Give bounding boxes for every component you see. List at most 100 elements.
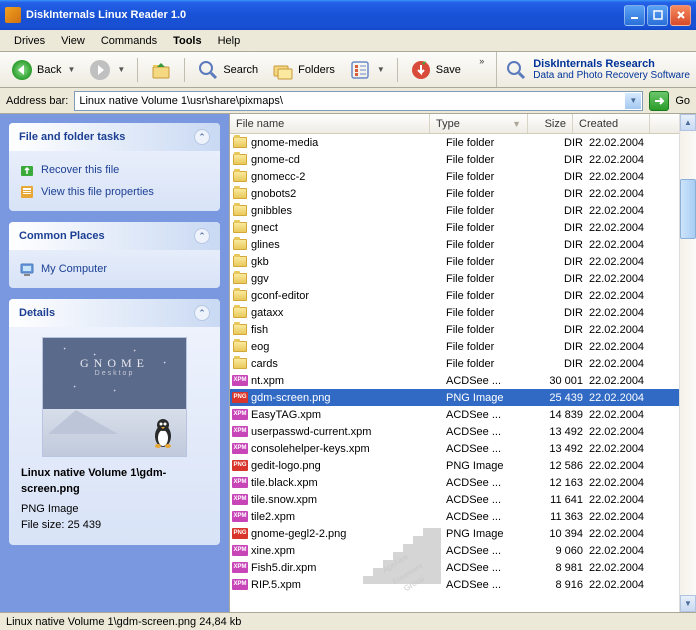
close-button[interactable] xyxy=(670,5,691,26)
column-headers: File name Type▼ Size Created xyxy=(230,114,696,134)
file-row[interactable]: PNGgnome-gegl2-2.pngPNG Image10 39422.02… xyxy=(230,525,696,542)
file-name: gkb xyxy=(251,256,446,268)
menu-commands[interactable]: Commands xyxy=(93,33,165,49)
file-name: tile.snow.xpm xyxy=(251,494,446,506)
up-button[interactable] xyxy=(145,56,177,84)
file-row[interactable]: XPMtile.snow.xpmACDSee ...11 64122.02.20… xyxy=(230,491,696,508)
file-type: ACDSee ... xyxy=(446,494,544,506)
sidebar-link-props[interactable]: View this file properties xyxy=(19,181,210,203)
col-created[interactable]: Created xyxy=(573,114,650,133)
file-row[interactable]: XPMtile.black.xpmACDSee ...12 16322.02.2… xyxy=(230,474,696,491)
file-created: 22.02.2004 xyxy=(589,239,666,251)
file-row[interactable]: XPMEasyTAG.xpmACDSee ...14 83922.02.2004 xyxy=(230,406,696,423)
chevron-icon[interactable]: » xyxy=(479,52,484,66)
file-type: ACDSee ... xyxy=(446,477,544,489)
save-label: Save xyxy=(436,64,461,76)
file-row[interactable]: gnectFile folderDIR22.02.2004 xyxy=(230,219,696,236)
file-row[interactable]: XPMxine.xpmACDSee ...9 06022.02.2004 xyxy=(230,542,696,559)
go-button[interactable] xyxy=(649,91,669,111)
file-type: ACDSee ... xyxy=(446,545,544,557)
scroll-up-icon[interactable]: ▲ xyxy=(680,114,696,131)
file-type: File folder xyxy=(446,239,544,251)
details-header[interactable]: Details ⌃ xyxy=(9,299,220,327)
col-name[interactable]: File name xyxy=(230,114,430,133)
collapse-icon[interactable]: ⌃ xyxy=(194,228,210,244)
promo-panel[interactable]: DiskInternals Research Data and Photo Re… xyxy=(496,52,690,87)
file-name: gconf-editor xyxy=(251,290,446,302)
folders-label: Folders xyxy=(298,64,335,76)
file-row[interactable]: gnomecc-2File folderDIR22.02.2004 xyxy=(230,168,696,185)
sidebar-link-recover[interactable]: Recover this file xyxy=(19,159,210,181)
places-header[interactable]: Common Places ⌃ xyxy=(9,222,220,250)
file-type: File folder xyxy=(446,273,544,285)
collapse-icon[interactable]: ⌃ xyxy=(194,129,210,145)
views-button[interactable]: ▼ xyxy=(344,56,390,84)
file-size: 9 060 xyxy=(544,545,589,557)
file-created: 22.02.2004 xyxy=(589,188,666,200)
file-size: DIR xyxy=(544,324,589,336)
scrollbar-vertical[interactable]: ▲ ▼ xyxy=(679,114,696,612)
file-row[interactable]: PNGgedit-logo.pngPNG Image12 58622.02.20… xyxy=(230,457,696,474)
dropdown-icon[interactable]: ▼ xyxy=(625,93,641,109)
col-size[interactable]: Size xyxy=(528,114,573,133)
file-row[interactable]: ggvFile folderDIR22.02.2004 xyxy=(230,270,696,287)
file-row[interactable]: gnome-mediaFile folderDIR22.02.2004 xyxy=(230,134,696,151)
forward-button[interactable]: ▼ xyxy=(84,56,130,84)
file-row[interactable]: glinesFile folderDIR22.02.2004 xyxy=(230,236,696,253)
folder-icon xyxy=(233,171,247,182)
promo-text: DiskInternals Research Data and Photo Re… xyxy=(533,58,690,82)
file-row[interactable]: gnobots2File folderDIR22.02.2004 xyxy=(230,185,696,202)
file-row[interactable]: XPMconsolehelper-keys.xpmACDSee ...13 49… xyxy=(230,440,696,457)
menu-tools[interactable]: Tools xyxy=(165,33,210,49)
file-created: 22.02.2004 xyxy=(589,341,666,353)
folders-button[interactable]: Folders xyxy=(267,56,340,84)
sidebar-link-computer[interactable]: My Computer xyxy=(19,258,210,280)
maximize-button[interactable] xyxy=(647,5,668,26)
file-row[interactable]: eogFile folderDIR22.02.2004 xyxy=(230,338,696,355)
file-row[interactable]: PNGgdm-screen.pngPNG Image25 43922.02.20… xyxy=(230,389,696,406)
search-button[interactable]: Search xyxy=(192,56,263,84)
tasks-header[interactable]: File and folder tasks ⌃ xyxy=(9,123,220,151)
file-row[interactable]: XPMtile2.xpmACDSee ...11 36322.02.2004 xyxy=(230,508,696,525)
col-type[interactable]: Type▼ xyxy=(430,114,528,133)
menu-drives[interactable]: Drives xyxy=(6,33,53,49)
file-size: 13 492 xyxy=(544,426,589,438)
menu-help[interactable]: Help xyxy=(210,33,249,49)
file-name: nt.xpm xyxy=(251,375,446,387)
file-row[interactable]: gnome-cdFile folderDIR22.02.2004 xyxy=(230,151,696,168)
file-created: 22.02.2004 xyxy=(589,358,666,370)
file-created: 22.02.2004 xyxy=(589,392,666,404)
file-row[interactable]: gconf-editorFile folderDIR22.02.2004 xyxy=(230,287,696,304)
file-name: gnomecc-2 xyxy=(251,171,446,183)
promo-title: DiskInternals Research xyxy=(533,58,655,70)
file-row[interactable]: fishFile folderDIR22.02.2004 xyxy=(230,321,696,338)
file-type: File folder xyxy=(446,171,544,183)
collapse-icon[interactable]: ⌃ xyxy=(194,305,210,321)
file-row[interactable]: XPMnt.xpmACDSee ...30 00122.02.2004 xyxy=(230,372,696,389)
file-type: File folder xyxy=(446,188,544,200)
file-row[interactable]: gnibblesFile folderDIR22.02.2004 xyxy=(230,202,696,219)
file-name: glines xyxy=(251,239,446,251)
file-type: PNG Image xyxy=(446,528,544,540)
file-row[interactable]: gataxxFile folderDIR22.02.2004 xyxy=(230,304,696,321)
file-row[interactable]: XPMuserpasswd-current.xpmACDSee ...13 49… xyxy=(230,423,696,440)
minimize-button[interactable] xyxy=(624,5,645,26)
save-button[interactable]: Save xyxy=(405,56,466,84)
file-name: tile.black.xpm xyxy=(251,477,446,489)
folder-up-icon xyxy=(150,59,172,81)
back-button[interactable]: Back ▼ xyxy=(6,56,80,84)
back-icon xyxy=(11,59,33,81)
file-size: DIR xyxy=(544,205,589,217)
scroll-down-icon[interactable]: ▼ xyxy=(680,595,696,612)
file-row[interactable]: cardsFile folderDIR22.02.2004 xyxy=(230,355,696,372)
file-row[interactable]: gkbFile folderDIR22.02.2004 xyxy=(230,253,696,270)
menu-view[interactable]: View xyxy=(53,33,93,49)
scroll-thumb[interactable] xyxy=(680,179,696,239)
file-name: Fish5.dir.xpm xyxy=(251,562,446,574)
details-panel: Details ⌃ ✦ ✦ ✦ ✦ ✦ ✦ GNOME Desktop Lin xyxy=(9,299,220,545)
address-input[interactable]: Linux native Volume 1\usr\share\pixmaps\… xyxy=(74,91,643,111)
separator xyxy=(137,58,138,82)
address-value: Linux native Volume 1\usr\share\pixmaps\ xyxy=(79,95,283,107)
file-row[interactable]: XPMRIP.5.xpmACDSee ...8 91622.02.2004 xyxy=(230,576,696,593)
file-row[interactable]: XPMFish5.dir.xpmACDSee ...8 98122.02.200… xyxy=(230,559,696,576)
